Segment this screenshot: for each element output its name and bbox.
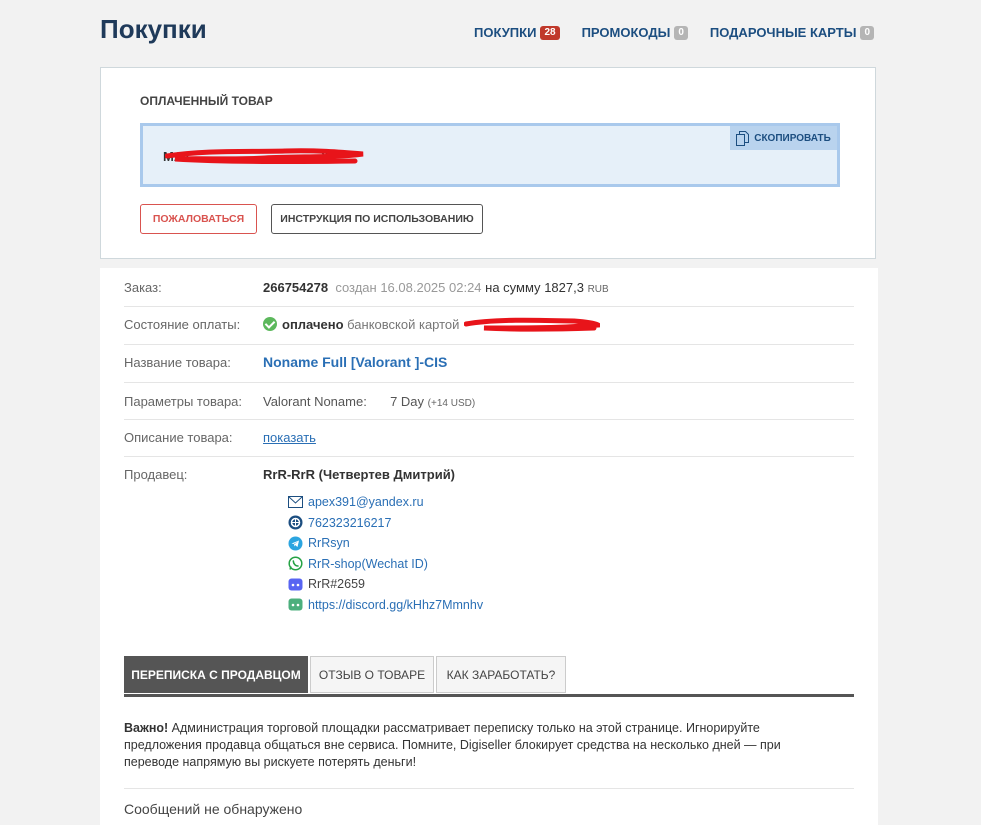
- gift-cards-count-badge: 0: [860, 25, 875, 40]
- payment-row: Состояние оплаты: оплачено банковской ка…: [124, 307, 854, 345]
- nav-gift-cards-label: ПОДАРОЧНЫЕ КАРТЫ: [709, 25, 857, 40]
- nav-promocodes-label: ПРОМОКОДЫ: [581, 25, 671, 40]
- contact-whatsapp[interactable]: RrR-shop(Wechat ID): [288, 554, 483, 575]
- order-currency: RUB: [587, 284, 609, 295]
- order-label: Заказ:: [124, 280, 162, 295]
- payment-method: банковской картой: [347, 317, 460, 332]
- seller-name[interactable]: RrR-RrR (Четвертев Дмитрий): [263, 467, 455, 482]
- contact-discord: RrR#2659: [288, 574, 483, 595]
- show-description-link[interactable]: показать: [263, 430, 316, 445]
- params-label: Параметры товара:: [124, 394, 243, 409]
- redaction-scribble: [165, 148, 364, 164]
- tab-correspondence[interactable]: ПЕРЕПИСКА С ПРОДАВЦОМ: [124, 656, 308, 693]
- order-number: 266754278: [263, 280, 329, 295]
- contact-webmoney[interactable]: 762323216217: [288, 513, 483, 534]
- no-messages-text: Сообщений не обнаружено: [124, 801, 303, 817]
- contact-discord-link[interactable]: https://discord.gg/kHhz7Mmnhv: [288, 595, 483, 616]
- notice-bold: Важно!: [124, 721, 169, 735]
- contact-telegram[interactable]: RrRsyn: [288, 533, 483, 554]
- product-name[interactable]: Noname Full [Valorant ]-CIS: [263, 354, 447, 370]
- divider: [124, 788, 854, 789]
- complain-button[interactable]: ПОЖАЛОВАТЬСЯ: [140, 204, 257, 234]
- purchases-count-badge: 28: [540, 25, 560, 40]
- important-notice: Важно! Администрация торговой площадки р…: [124, 720, 824, 771]
- copy-button[interactable]: СКОПИРОВАТЬ: [730, 126, 837, 150]
- discord-link-icon: [288, 597, 303, 612]
- tab-earn[interactable]: КАК ЗАРАБОТАТЬ?: [436, 656, 566, 693]
- paid-product-title: ОПЛАЧЕННЫЙ ТОВАР: [140, 94, 273, 108]
- order-sum: 1827,3: [544, 280, 584, 295]
- nav-promocodes[interactable]: ПРОМОКОДЫ 0: [582, 25, 688, 40]
- order-value: 266754278 создан 16.08.2025 02:24 на сум…: [263, 280, 609, 295]
- page-title: Покупки: [100, 14, 207, 44]
- payment-value: оплачено банковской картой: [263, 317, 459, 332]
- payment-label: Состояние оплаты:: [124, 317, 241, 332]
- seller-contacts: apex391@yandex.ru 762323216217 RrRsyn Rr…: [288, 492, 483, 615]
- param-value: 7 Day: [390, 394, 425, 409]
- param-extra: (+14 USD): [427, 398, 476, 409]
- tab-review[interactable]: ОТЗЫВ О ТОВАРЕ: [310, 656, 434, 693]
- promocodes-count-badge: 0: [674, 25, 688, 40]
- webmoney-icon: [288, 515, 303, 530]
- mail-icon: [288, 495, 303, 510]
- order-row: Заказ: 266754278 создан 16.08.2025 02:24…: [124, 268, 854, 307]
- order-details: Заказ: 266754278 создан 16.08.2025 02:24…: [100, 268, 878, 825]
- whatsapp-icon: [288, 556, 303, 571]
- notice-text: Администрация торговой площадки рассматр…: [124, 721, 781, 769]
- param-name: Valorant Noname:: [263, 394, 367, 409]
- copy-button-label: СКОПИРОВАТЬ: [754, 132, 831, 144]
- nav-purchases[interactable]: ПОКУПКИ 28: [474, 25, 560, 40]
- redaction-scribble: [464, 317, 600, 332]
- instructions-button[interactable]: ИНСТРУКЦИЯ ПО ИСПОЛЬЗОВАНИЮ: [271, 204, 483, 234]
- product-label: Название товара:: [124, 355, 231, 370]
- paid-product-panel: ОПЛАЧЕННЫЙ ТОВАР MA7 X СКОПИРОВАТЬ ПОЖАЛО…: [100, 67, 876, 259]
- tabs-bar: ПЕРЕПИСКА С ПРОДАВЦОМ ОТЗЫВ О ТОВАРЕ КАК…: [124, 656, 854, 697]
- params-value: Valorant Noname: 7 Day (+14 USD): [263, 394, 475, 409]
- check-icon: [263, 317, 277, 331]
- payment-status: оплачено: [282, 317, 344, 332]
- top-navigation: ПОКУПКИ 28 ПРОМОКОДЫ 0 ПОДАРОЧНЫЕ КАРТЫ …: [474, 25, 875, 40]
- contact-email[interactable]: apex391@yandex.ru: [288, 492, 483, 513]
- discord-icon: [288, 577, 303, 592]
- description-row: Описание товара: показать: [124, 420, 854, 457]
- product-code-box[interactable]: MA7 X СКОПИРОВАТЬ: [140, 123, 840, 187]
- nav-gift-cards[interactable]: ПОДАРОЧНЫЕ КАРТЫ 0: [709, 25, 875, 40]
- copy-icon: [736, 130, 750, 146]
- telegram-icon: [288, 536, 303, 551]
- nav-purchases-label: ПОКУПКИ: [474, 25, 537, 40]
- order-sum-prefix: на сумму: [485, 280, 541, 295]
- order-created: создан 16.08.2025 02:24: [335, 280, 482, 295]
- params-row: Параметры товара: Valorant Noname: 7 Day…: [124, 383, 854, 420]
- description-label: Описание товара:: [124, 430, 233, 445]
- seller-label: Продавец:: [124, 467, 188, 482]
- product-row: Название товара: Noname Full [Valorant ]…: [124, 345, 854, 383]
